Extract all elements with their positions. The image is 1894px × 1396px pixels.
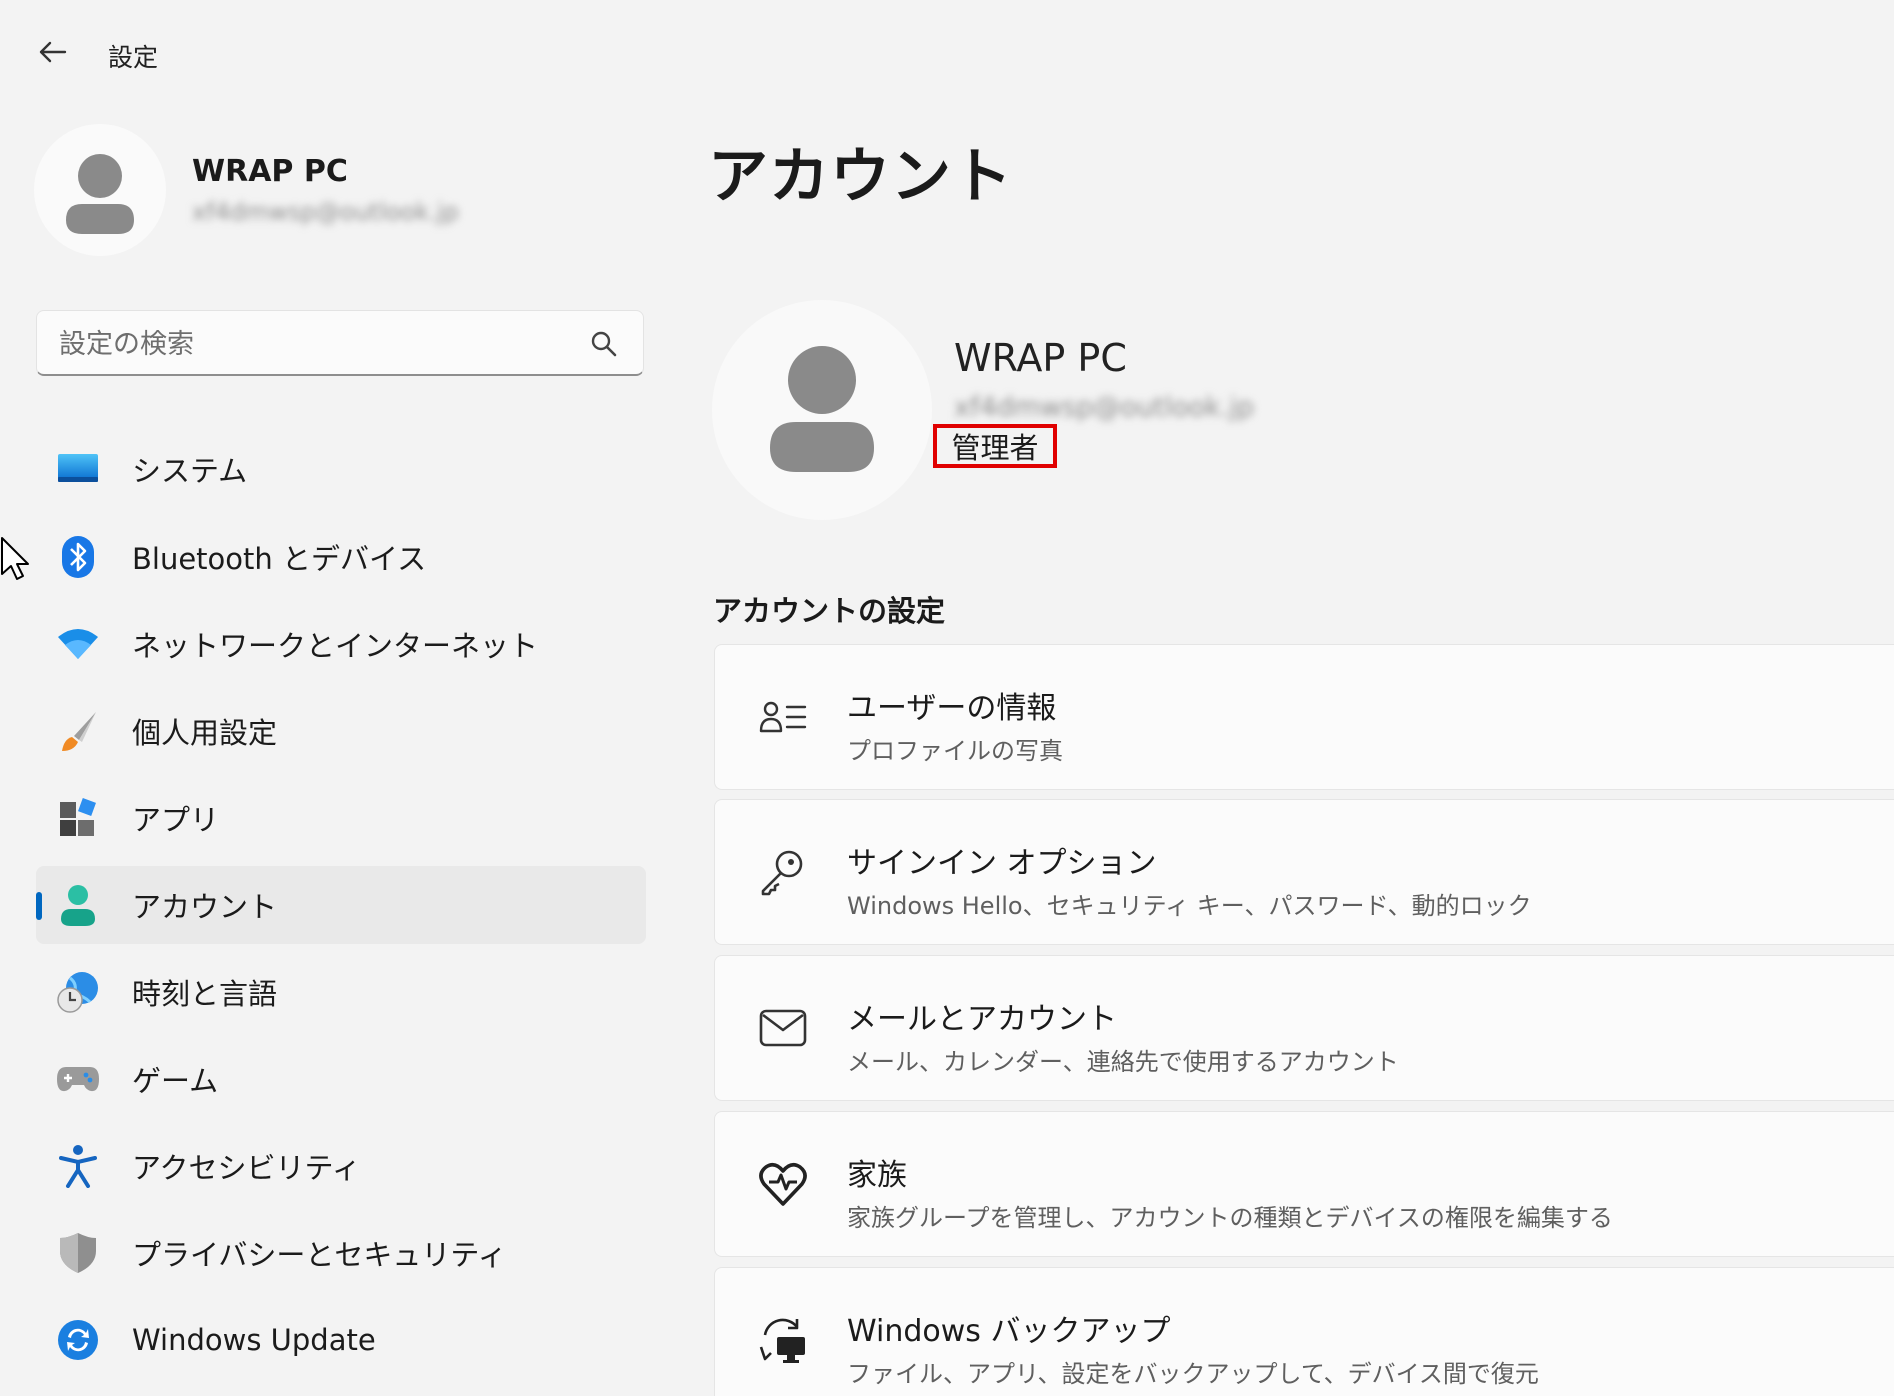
search-input[interactable] [57, 321, 581, 367]
sidebar-item-label: ゲーム [132, 1064, 219, 1098]
sidebar-item-label: 個人用設定 [132, 716, 278, 750]
active-indicator [36, 892, 42, 920]
account-name: WRAP PC [954, 336, 1127, 380]
card-title: メールとアカウント [847, 1002, 1117, 1037]
account-email: xf4dmwsp@outlook.jp [954, 392, 1255, 423]
mail-icon [755, 1000, 811, 1056]
back-arrow-icon [39, 41, 67, 63]
card-subtitle: ファイル、アプリ、設定をバックアップして、デバイス間で復元 [847, 1360, 1539, 1388]
sidebar-item-label: プライバシーとセキュリティ [132, 1238, 507, 1272]
account-avatar[interactable] [712, 300, 932, 520]
system-icon [56, 447, 100, 491]
card-family[interactable]: 家族 家族グループを管理し、アカウントの種類とデバイスの権限を編集する [714, 1111, 1894, 1257]
account-icon [56, 883, 100, 927]
section-heading: アカウントの設定 [713, 594, 946, 628]
card-subtitle: メール、カレンダー、連絡先で使用するアカウント [847, 1048, 1399, 1076]
time-language-icon [56, 970, 100, 1014]
brush-icon [56, 709, 100, 753]
card-title: Windows バックアップ [847, 1314, 1171, 1349]
sidebar-item-label: システム [132, 454, 248, 488]
sidebar-item-label: Bluetooth とデバイス [132, 542, 427, 576]
card-subtitle: プロファイルの写真 [847, 737, 1063, 765]
sidebar-item-time-language[interactable]: 時刻と言語 [36, 953, 646, 1031]
back-button[interactable] [34, 34, 70, 70]
backup-icon [755, 1312, 811, 1368]
wifi-icon [56, 622, 100, 666]
family-heart-icon [755, 1156, 811, 1212]
sidebar-user-email: xf4dmwsp@outlook.jp [192, 198, 459, 226]
apps-icon [56, 796, 100, 840]
accessibility-icon [56, 1144, 100, 1188]
card-title: 家族 [847, 1158, 907, 1193]
card-windows-backup[interactable]: Windows バックアップ ファイル、アプリ、設定をバックアップして、デバイス… [714, 1267, 1894, 1396]
search-icon[interactable] [589, 329, 619, 359]
sidebar-item-accessibility[interactable]: アクセシビリティ [36, 1127, 646, 1205]
card-title: サインイン オプション [847, 846, 1157, 881]
sidebar-item-privacy-security[interactable]: プライバシーとセキュリティ [36, 1214, 646, 1292]
sidebar-item-label: アプリ [132, 803, 220, 837]
sidebar-item-system[interactable]: システム [36, 430, 646, 508]
page-title: アカウント [708, 142, 1013, 212]
mouse-cursor-icon [1, 537, 29, 580]
sidebar-item-windows-update[interactable]: Windows Update [36, 1301, 646, 1379]
account-role-label: 管理者 [933, 424, 1057, 468]
search-box[interactable] [36, 310, 644, 376]
sidebar-avatar[interactable] [34, 124, 166, 256]
user-avatar-icon [770, 346, 874, 472]
app-title: 設定 [108, 43, 159, 72]
user-avatar-icon [66, 154, 134, 234]
card-email-accounts[interactable]: メールとアカウント メール、カレンダー、連絡先で使用するアカウント [714, 955, 1894, 1101]
card-subtitle: Windows Hello、セキュリティ キー、パスワード、動的ロック [847, 892, 1532, 920]
shield-icon [56, 1231, 100, 1275]
card-user-info[interactable]: ユーザーの情報 プロファイルの写真 [714, 644, 1894, 790]
sidebar-item-network[interactable]: ネットワークとインターネット [36, 605, 646, 683]
card-sign-in-options[interactable]: サインイン オプション Windows Hello、セキュリティ キー、パスワー… [714, 799, 1894, 945]
sidebar-item-label: アカウント [132, 890, 278, 924]
sidebar-item-apps[interactable]: アプリ [36, 779, 646, 857]
sidebar-item-label: 時刻と言語 [132, 977, 278, 1011]
gamepad-icon [56, 1057, 100, 1101]
bluetooth-icon [56, 535, 100, 579]
card-subtitle: 家族グループを管理し、アカウントの種類とデバイスの権限を編集する [847, 1204, 1613, 1232]
key-icon [755, 844, 811, 900]
sidebar-item-bluetooth[interactable]: Bluetooth とデバイス [36, 518, 646, 596]
sidebar-item-accounts[interactable]: アカウント [36, 866, 646, 944]
card-title: ユーザーの情報 [847, 691, 1057, 726]
sidebar-item-label: アクセシビリティ [132, 1151, 361, 1185]
sidebar-item-personalization[interactable]: 個人用設定 [36, 692, 646, 770]
sidebar-item-label: ネットワークとインターネット [132, 629, 539, 663]
sidebar-user-name: WRAP PC [192, 154, 348, 189]
sidebar-item-label: Windows Update [132, 1323, 376, 1357]
sidebar-item-gaming[interactable]: ゲーム [36, 1040, 646, 1118]
user-info-icon [755, 689, 811, 745]
windows-update-icon [56, 1318, 100, 1362]
